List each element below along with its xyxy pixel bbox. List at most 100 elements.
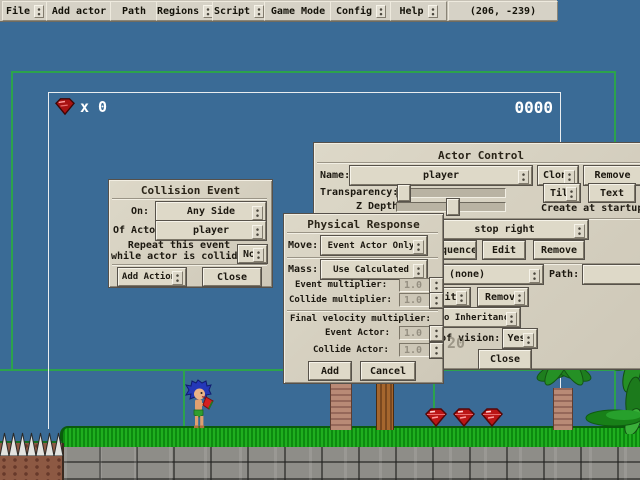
lives-count: x 0 — [80, 98, 107, 116]
close-button[interactable]: Close — [479, 350, 531, 369]
event-multiplier-field[interactable]: 1.0 — [399, 278, 433, 292]
mass-value: Use Calculated — [333, 265, 409, 275]
heart-icon — [54, 97, 76, 116]
collide-multiplier-label: Collide multiplier: — [289, 295, 392, 305]
menu-label: Path — [122, 6, 146, 17]
cancel-button-label: Cancel — [370, 366, 406, 377]
tree-trunk-2[interactable] — [376, 378, 394, 430]
collide-actor-label: Collide Actor: — [313, 345, 389, 355]
dialog-title: Physical Response — [284, 218, 443, 231]
spikes-sprite[interactable] — [0, 432, 64, 456]
gem-sprite[interactable] — [424, 407, 448, 428]
gem-sprite[interactable] — [480, 407, 504, 428]
gem-sprite[interactable] — [452, 407, 476, 428]
score-display: 0000 — [495, 98, 553, 117]
actor-name-dropdown[interactable]: player — [350, 166, 532, 185]
menu-indicator-icon — [376, 5, 386, 18]
menu-file[interactable]: File — [2, 1, 48, 21]
mouse-coordinates-value: (206, -239) — [470, 6, 536, 17]
spinner-icon[interactable] — [430, 293, 443, 308]
move-label: Move: — [288, 240, 318, 251]
menu-indicator-icon — [428, 5, 438, 18]
remove-animation-button[interactable]: Remove — [534, 241, 584, 259]
event-dropdown-value: (none) — [449, 269, 485, 280]
move-dropdown[interactable]: Event Actor Only — [321, 236, 427, 255]
transparency-slider-handle[interactable] — [398, 185, 410, 201]
separator — [287, 310, 438, 312]
clone-button[interactable]: Clone — [538, 166, 578, 185]
collision-side-dropdown[interactable]: Any Side — [156, 202, 266, 221]
tree-trunk-1[interactable] — [330, 378, 352, 430]
menu-regions[interactable]: Regions — [156, 1, 214, 21]
dialog-title: Collision Event — [109, 184, 272, 197]
z-depth-slider[interactable] — [396, 202, 506, 212]
final-velocity-label: Final velocity multiplier: — [290, 314, 431, 324]
menu-game-mode[interactable]: Game Mode — [264, 1, 332, 21]
z-depth-slider-handle[interactable] — [447, 199, 459, 215]
region-border-left — [11, 71, 13, 371]
add-action-label: Add Action — [122, 272, 176, 282]
mass-dropdown[interactable]: Use Calculated — [321, 260, 427, 279]
region-border-top — [11, 71, 616, 73]
close-button[interactable]: Close — [203, 268, 261, 286]
event-actor-value: 1.0 — [404, 328, 422, 339]
menu-indicator-icon — [254, 5, 264, 18]
dropdown-indicator-icon — [413, 264, 424, 278]
dropdown-indicator-icon — [172, 271, 183, 285]
event-actor-label: Event Actor: — [325, 328, 390, 338]
brick-ground[interactable] — [62, 447, 640, 480]
spinner-icon[interactable] — [430, 343, 443, 358]
cancel-button[interactable]: Cancel — [361, 362, 415, 380]
game-editor-window: x 0 0000 Actor Control Name: player Clon… — [0, 0, 640, 480]
collision-actor-dropdown[interactable]: player — [156, 221, 266, 240]
path-dropdown[interactable] — [583, 265, 640, 284]
name-label: Name: — [320, 170, 350, 181]
player-sprite[interactable] — [182, 379, 214, 429]
dropdown-indicator-icon — [253, 248, 264, 262]
close-button-label: Close — [490, 354, 520, 365]
tile-button[interactable]: Tile — [544, 184, 580, 202]
menu-label: Game Mode — [271, 6, 325, 17]
menu-add-actor[interactable]: Add actor — [46, 1, 112, 21]
spinner-icon[interactable] — [430, 326, 443, 341]
menu-help[interactable]: Help — [390, 1, 447, 21]
menu-config[interactable]: Config — [330, 1, 392, 21]
menu-path[interactable]: Path — [110, 1, 158, 21]
move-value: Event Actor Only — [328, 241, 415, 251]
remove-actor-button[interactable]: Remove — [584, 166, 640, 185]
dropdown-indicator-icon — [514, 291, 525, 305]
text-button[interactable]: Text — [589, 184, 635, 202]
dialog-title: Actor Control — [314, 149, 640, 162]
menu-script[interactable]: Script — [212, 1, 266, 21]
spinner-icon[interactable] — [430, 278, 443, 293]
mouse-coordinates: (206, -239) — [448, 1, 558, 21]
dropdown-indicator-icon — [529, 269, 540, 283]
menu-label: File — [6, 6, 30, 17]
animation-dropdown[interactable]: stop right — [421, 220, 588, 239]
actor-name-value: player — [423, 170, 459, 181]
remove-event-button[interactable]: Remove — [478, 288, 528, 306]
dropdown-indicator-icon — [566, 187, 577, 201]
transparency-slider[interactable] — [396, 188, 506, 198]
collision-side-value: Any Side — [187, 206, 235, 217]
dropdown-indicator-icon — [252, 225, 263, 239]
repeat-dropdown[interactable]: No — [238, 245, 267, 263]
separator — [317, 162, 640, 164]
ground-frond[interactable] — [580, 406, 640, 430]
edit-button-label: Edit — [492, 245, 516, 256]
watermark-text: 20 — [447, 334, 465, 352]
remove-button-label: Remove — [594, 170, 630, 181]
create-at-startup-label: Create at startup: — [541, 203, 640, 214]
inheritance-dropdown[interactable]: No Inheritance — [433, 308, 520, 327]
out-of-vision-dropdown[interactable]: Yes — [503, 329, 537, 348]
collide-multiplier-field[interactable]: 1.0 — [399, 293, 433, 307]
animation-value: stop right — [474, 224, 534, 235]
event-actor-field[interactable]: 1.0 — [399, 326, 433, 340]
collide-actor-field[interactable]: 1.0 — [399, 343, 433, 357]
edit-animation-button[interactable]: Edit — [483, 241, 525, 259]
on-label: On: — [131, 206, 149, 217]
menu-indicator-icon — [34, 5, 44, 18]
add-action-button[interactable]: Add Action — [118, 268, 186, 286]
close-button-label: Close — [217, 272, 247, 283]
add-button[interactable]: Add — [309, 362, 351, 380]
